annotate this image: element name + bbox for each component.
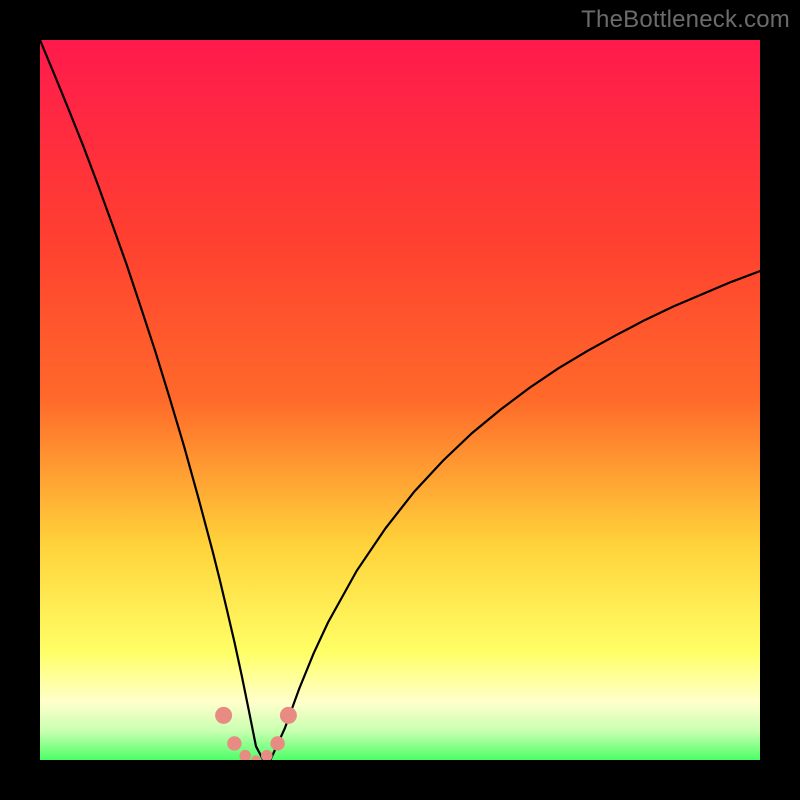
chart-svg (40, 40, 760, 760)
curve-marker (227, 736, 241, 750)
plot-area (40, 40, 760, 760)
curve-marker (270, 736, 284, 750)
curve-marker (215, 707, 232, 724)
chart-frame: TheBottleneck.com (0, 0, 800, 800)
curve-marker (280, 707, 297, 724)
watermark-text: TheBottleneck.com (581, 6, 790, 34)
gradient-bg (40, 40, 760, 760)
